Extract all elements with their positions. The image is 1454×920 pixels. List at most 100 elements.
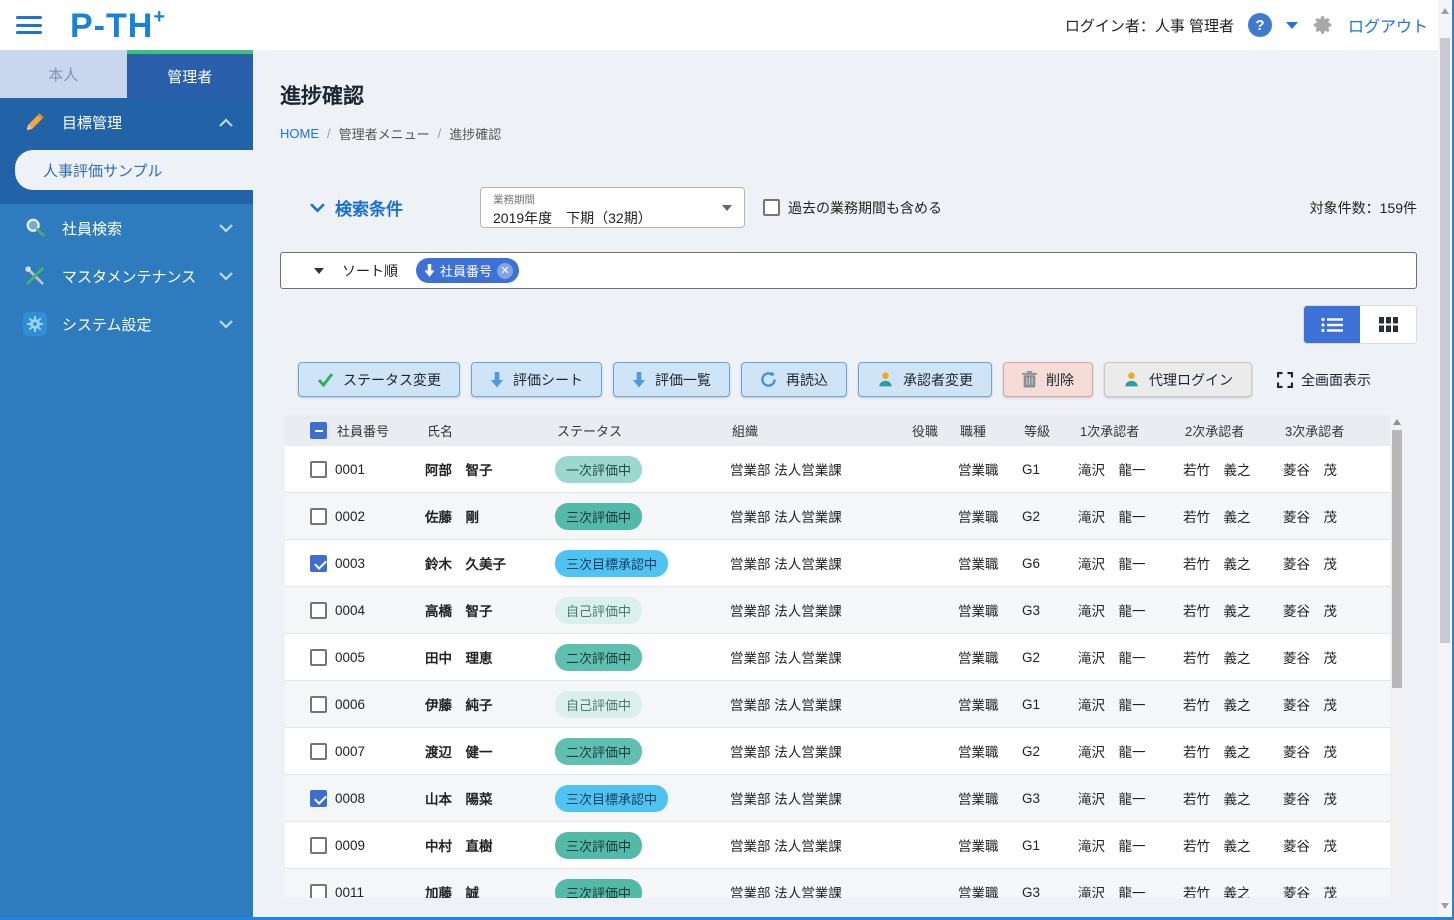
status-badge: 二次評価中 — [555, 738, 642, 765]
organization: 営業部 法人営業課 — [730, 647, 910, 667]
status-badge: 自己評価中 — [555, 691, 642, 718]
sidebar-item-system-settings[interactable]: システム設定 — [0, 300, 253, 348]
sidebar-item-master-maintenance[interactable]: マスタメンテナンス — [0, 252, 253, 300]
sidebar-subitem[interactable]: 人事評価サンプル — [15, 150, 253, 190]
logout-button[interactable]: ログアウト — [1348, 13, 1428, 37]
row-checkbox[interactable] — [310, 461, 327, 478]
employee-name: 田中 理恵 — [425, 647, 555, 667]
row-checkbox[interactable] — [310, 884, 327, 899]
table-row[interactable]: 0011 加藤 誠 三次評価中 営業部 法人営業課 営業職 G3 滝沢 龍一 若… — [285, 869, 1390, 898]
approver-change-button[interactable]: 承認者変更 — [858, 362, 992, 397]
table-row[interactable]: 0001 阿部 智子 一次評価中 営業部 法人営業課 営業職 G1 滝沢 龍一 … — [285, 446, 1390, 493]
job-type: 営業職 — [958, 553, 1022, 573]
approver-2: 若竹 義之 — [1183, 553, 1283, 573]
evaluation-list-button[interactable]: 評価一覧 — [613, 362, 730, 397]
grade: G1 — [1022, 462, 1078, 477]
row-checkbox[interactable] — [310, 555, 327, 572]
hamburger-menu-icon[interactable] — [16, 16, 42, 34]
chevron-down-icon[interactable] — [1286, 22, 1298, 29]
scroll-down-icon[interactable] — [1441, 903, 1449, 909]
table-row[interactable]: 0005 田中 理恵 二次評価中 営業部 法人営業課 営業職 G2 滝沢 龍一 … — [285, 634, 1390, 681]
row-checkbox[interactable] — [310, 602, 327, 619]
person-icon — [877, 371, 894, 388]
scroll-up-icon[interactable] — [1441, 8, 1449, 14]
include-past-periods-checkbox[interactable]: 過去の業務期間も含める — [763, 198, 942, 218]
close-icon[interactable]: ✕ — [497, 263, 513, 279]
job-type: 営業職 — [958, 835, 1022, 855]
approver-3: 菱谷 茂 — [1283, 694, 1390, 714]
fullscreen-button[interactable]: 全画面表示 — [1277, 370, 1371, 390]
scrollbar-thumb[interactable] — [1440, 38, 1450, 643]
action-button-label: 承認者変更 — [903, 370, 973, 390]
row-checkbox[interactable] — [310, 649, 327, 666]
evaluation-sheet-button[interactable]: 評価シート — [471, 362, 602, 397]
chevron-down-icon — [219, 320, 233, 329]
grade: G1 — [1022, 838, 1078, 853]
employee-name: 阿部 智子 — [425, 459, 555, 479]
employee-number: 0011 — [335, 885, 425, 899]
top-header: P-TH+ ログイン者：人事 管理者 ? ログアウト — [0, 0, 1452, 50]
row-checkbox[interactable] — [310, 790, 327, 807]
approver-3: 菱谷 茂 — [1283, 600, 1390, 620]
job-type: 営業職 — [958, 647, 1022, 667]
table-row[interactable]: 0002 佐藤 剛 三次評価中 営業部 法人営業課 営業職 G2 滝沢 龍一 若… — [285, 493, 1390, 540]
sidebar-item-employee-search[interactable]: 社員検索 — [0, 204, 253, 252]
employee-name: 伊藤 純子 — [425, 694, 555, 714]
column-header: 氏名 — [425, 421, 555, 440]
page-scrollbar[interactable] — [1438, 0, 1452, 917]
checkbox-icon[interactable] — [763, 199, 780, 216]
approver-2: 若竹 義之 — [1183, 694, 1283, 714]
table-row[interactable]: 0003 鈴木 久美子 三次目標承認中 営業部 法人営業課 営業職 G6 滝沢 … — [285, 540, 1390, 587]
chevron-down-icon — [219, 272, 233, 281]
business-period-select[interactable]: 業務期間 2019年度 下期（32期） — [480, 187, 745, 228]
select-all-checkbox[interactable] — [310, 422, 327, 439]
sort-chip-employee-number[interactable]: 社員番号 ✕ — [416, 258, 519, 283]
row-checkbox[interactable] — [310, 837, 327, 854]
grid-view-button[interactable] — [1360, 306, 1416, 343]
row-checkbox[interactable] — [310, 743, 327, 760]
tab-admin[interactable]: 管理者 — [127, 50, 254, 98]
chevron-down-icon — [219, 224, 233, 233]
job-type: 営業職 — [958, 459, 1022, 479]
table-row[interactable]: 0009 中村 直樹 三次評価中 営業部 法人営業課 営業職 G1 滝沢 龍一 … — [285, 822, 1390, 869]
approver-1: 滝沢 龍一 — [1078, 741, 1183, 761]
employee-number: 0004 — [335, 603, 425, 618]
chevron-down-icon[interactable] — [314, 268, 324, 274]
help-icon[interactable]: ? — [1248, 13, 1272, 37]
status-badge: 自己評価中 — [555, 597, 642, 624]
row-checkbox[interactable] — [310, 508, 327, 525]
approver-2: 若竹 義之 — [1183, 647, 1283, 667]
proxy-login-button[interactable]: 代理ログイン — [1104, 362, 1252, 397]
breadcrumb-home-link[interactable]: HOME — [280, 126, 319, 141]
reload-button[interactable]: 再読込 — [741, 362, 847, 397]
organization: 営業部 法人営業課 — [730, 459, 910, 479]
organization: 営業部 法人営業課 — [730, 694, 910, 714]
approver-1: 滝沢 龍一 — [1078, 459, 1183, 479]
table-row[interactable]: 0004 高橋 智子 自己評価中 営業部 法人営業課 営業職 G3 滝沢 龍一 … — [285, 587, 1390, 634]
gear-icon[interactable] — [1312, 14, 1334, 36]
table-row[interactable]: 0007 渡辺 健一 二次評価中 営業部 法人営業課 営業職 G2 滝沢 龍一 … — [285, 728, 1390, 775]
scrollbar-thumb[interactable] — [1392, 430, 1402, 688]
list-view-button[interactable] — [1304, 306, 1360, 343]
grade: G3 — [1022, 885, 1078, 899]
status-change-button[interactable]: ステータス変更 — [298, 362, 460, 397]
column-header: 1次承認者 — [1078, 421, 1183, 440]
check-icon — [317, 372, 334, 387]
row-checkbox[interactable] — [310, 696, 327, 713]
scroll-up-icon[interactable] — [1393, 419, 1401, 425]
table-row[interactable]: 0008 山本 陽菜 三次目標承認中 営業部 法人営業課 営業職 G3 滝沢 龍… — [285, 775, 1390, 822]
employee-name: 加藤 誠 — [425, 882, 555, 898]
tab-self[interactable]: 本人 — [0, 50, 127, 98]
delete-button[interactable]: 削除 — [1003, 362, 1093, 397]
fullscreen-label: 全画面表示 — [1301, 370, 1371, 390]
table-scrollbar[interactable] — [1390, 415, 1404, 898]
action-button-label: 評価一覧 — [655, 370, 711, 390]
approver-1: 滝沢 龍一 — [1078, 788, 1183, 808]
table-body: 0001 阿部 智子 一次評価中 営業部 法人営業課 営業職 G1 滝沢 龍一 … — [285, 446, 1390, 898]
organization: 営業部 法人営業課 — [730, 600, 910, 620]
approver-2: 若竹 義之 — [1183, 506, 1283, 526]
search-conditions-toggle[interactable]: 検索条件 — [310, 195, 480, 220]
employee-number: 0007 — [335, 744, 425, 759]
table-row[interactable]: 0006 伊藤 純子 自己評価中 営業部 法人営業課 営業職 G1 滝沢 龍一 … — [285, 681, 1390, 728]
sidebar-item-goal-management[interactable]: 目標管理 — [0, 98, 253, 146]
